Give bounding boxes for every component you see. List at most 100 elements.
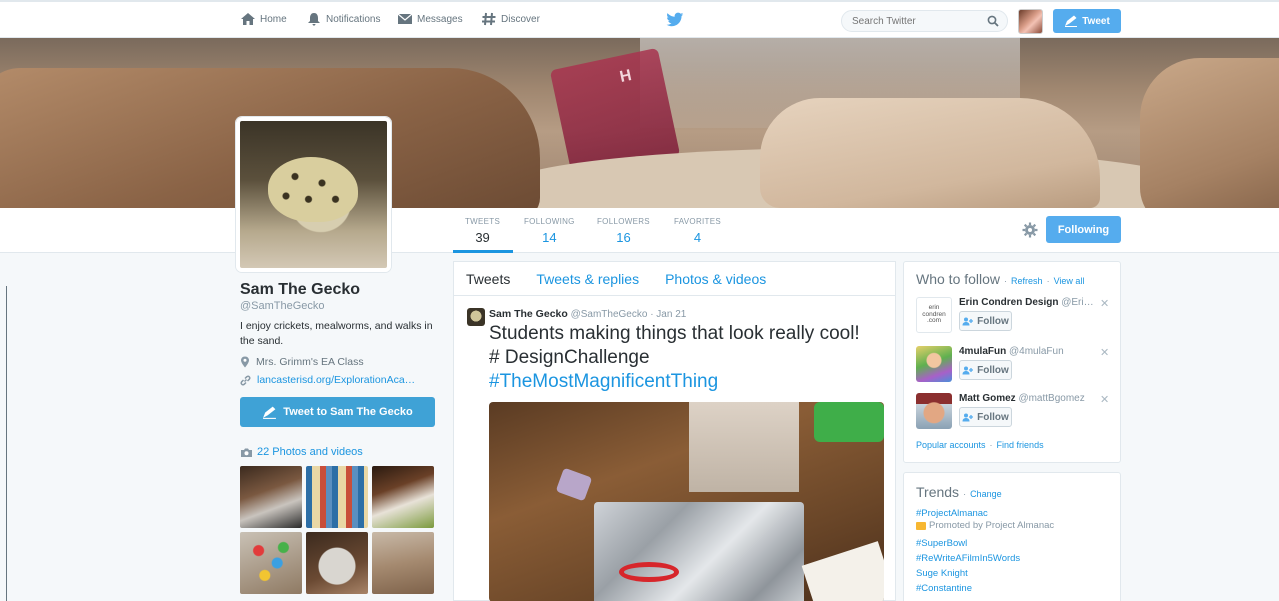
suggestion-name[interactable]: 4mulaFun @4mulaFun xyxy=(959,346,1064,357)
nav-messages-label: Messages xyxy=(417,13,463,25)
tab-photos-videos[interactable]: Photos & videos xyxy=(665,271,766,287)
compose-tweet-button[interactable]: Tweet xyxy=(1053,9,1121,33)
tweet-author-handle[interactable]: @SamTheGecko xyxy=(571,309,648,320)
trend-item[interactable]: #Constantine xyxy=(916,583,972,594)
profile-avatar[interactable] xyxy=(236,117,391,272)
tweet-to-button[interactable]: Tweet to Sam The Gecko xyxy=(240,397,435,427)
suggestion-name[interactable]: Erin Condren Design @Eri… xyxy=(959,297,1094,308)
popular-accounts-link[interactable]: Popular accounts xyxy=(916,440,986,450)
timeline-tabs: Tweets Tweets & replies Photos & videos xyxy=(454,262,895,296)
tweet-to-label: Tweet to Sam The Gecko xyxy=(283,406,413,418)
gecko-head xyxy=(268,157,358,222)
envelope-icon xyxy=(397,13,413,24)
follow-label: Follow xyxy=(977,315,1009,327)
stat-value: 39 xyxy=(475,230,490,245)
suggestion-avatar-text: erin condren .com xyxy=(922,304,946,325)
profile-handle: @SamTheGecko xyxy=(240,300,325,312)
stat-label: TWEETS xyxy=(465,217,501,226)
left-edge-divider xyxy=(6,286,7,601)
trend-item[interactable]: #ReWriteAFilmIn5Words xyxy=(916,553,1020,564)
nav-discover[interactable]: Discover xyxy=(481,12,540,26)
home-icon xyxy=(241,13,255,25)
dismiss-icon[interactable]: ✕ xyxy=(1100,393,1109,406)
search-input[interactable] xyxy=(841,10,1008,32)
photos-videos-link[interactable]: 22 Photos and videos xyxy=(240,446,363,458)
trends-title: Trends xyxy=(916,484,960,500)
photo-thumbnail[interactable] xyxy=(240,532,302,594)
suggestion-name[interactable]: Matt Gomez @mattBgomez xyxy=(959,393,1085,404)
suggestion-avatar[interactable] xyxy=(916,346,952,382)
search-icon[interactable] xyxy=(987,15,999,27)
separator: · xyxy=(963,489,967,499)
photo-thumbnail[interactable] xyxy=(372,466,434,528)
follow-button[interactable]: Follow xyxy=(959,407,1012,427)
banner-rock-right xyxy=(1140,58,1279,208)
trend-item[interactable]: #ProjectAlmanac xyxy=(916,508,988,519)
tab-tweets[interactable]: Tweets xyxy=(466,271,510,287)
tab-tweets-replies[interactable]: Tweets & replies xyxy=(536,271,639,287)
tweet-avatar[interactable] xyxy=(467,308,485,326)
following-button[interactable]: Following xyxy=(1046,216,1121,243)
tweet-text-line: Students making things that look really … xyxy=(489,323,860,344)
suggestion-item: Matt Gomez @mattBgomez ✕ Follow xyxy=(916,393,1116,433)
photo-scissors xyxy=(619,562,679,582)
stat-following[interactable]: FOLLOWING 14 xyxy=(524,217,575,245)
dismiss-icon[interactable]: ✕ xyxy=(1100,346,1109,359)
find-friends-link[interactable]: Find friends xyxy=(997,440,1044,450)
stat-tweets[interactable]: TWEETS 39 xyxy=(465,217,500,245)
suggestion-display-name: Matt Gomez xyxy=(959,393,1016,404)
profile-location: Mrs. Grimm's EA Class xyxy=(240,356,364,368)
profile-name[interactable]: Sam The Gecko xyxy=(240,281,360,299)
banner-rock-center xyxy=(760,98,1100,208)
photo-thumbnail[interactable] xyxy=(372,532,434,594)
nav-home[interactable]: Home xyxy=(240,12,287,26)
follow-button[interactable]: Follow xyxy=(959,311,1012,331)
promoted-text: Promoted by Project Almanac xyxy=(929,520,1055,531)
photo-thumbnail[interactable] xyxy=(306,532,368,594)
tweet-text-line: # DesignChallenge xyxy=(489,347,650,368)
view-all-link[interactable]: View all xyxy=(1054,276,1085,286)
nav-messages[interactable]: Messages xyxy=(397,12,463,26)
twitter-bird-icon[interactable] xyxy=(666,12,684,28)
tweet-author-name[interactable]: Sam The Gecko xyxy=(489,308,568,320)
stat-favorites[interactable]: FAVORITES 4 xyxy=(674,217,721,245)
profile-website[interactable]: lancasterisd.org/ExplorationAca… xyxy=(240,374,415,386)
refresh-link[interactable]: Refresh xyxy=(1011,276,1043,286)
compose-icon xyxy=(263,406,277,419)
active-stat-underline xyxy=(453,250,513,253)
follow-label: Follow xyxy=(977,364,1009,376)
photo-thumbnail[interactable] xyxy=(240,466,302,528)
suggestion-display-name: 4mulaFun xyxy=(959,346,1007,357)
stat-label: FOLLOWERS xyxy=(597,217,650,226)
who-to-follow-header: Who to follow · Refresh · View all xyxy=(916,271,1084,287)
photo-thumbnail[interactable] xyxy=(306,466,368,528)
who-to-follow-card: Who to follow · Refresh · View all erin … xyxy=(903,261,1121,463)
tweet-photo[interactable] xyxy=(489,402,884,601)
nav-home-label: Home xyxy=(260,13,287,25)
photo-foil xyxy=(594,502,804,601)
tweet-timestamp[interactable]: · Jan 21 xyxy=(650,309,686,320)
follow-label: Follow xyxy=(977,411,1009,423)
photo-box xyxy=(689,402,799,492)
user-avatar[interactable] xyxy=(1018,9,1043,34)
photos-videos-label: 22 Photos and videos xyxy=(257,446,363,458)
nav-notifications[interactable]: Notifications xyxy=(306,12,380,26)
trend-item[interactable]: Suge Knight xyxy=(916,568,968,579)
suggestion-avatar[interactable] xyxy=(916,393,952,429)
promoted-label: Promoted by Project Almanac xyxy=(916,520,1054,531)
add-user-icon xyxy=(962,366,974,374)
stat-followers[interactable]: FOLLOWERS 16 xyxy=(597,217,650,245)
change-trends-link[interactable]: Change xyxy=(970,489,1002,499)
dismiss-icon[interactable]: ✕ xyxy=(1100,297,1109,310)
separator: · xyxy=(1004,276,1008,286)
bell-icon xyxy=(308,13,320,26)
photo-paper-piece xyxy=(555,467,593,502)
stat-value: 4 xyxy=(693,230,702,245)
follow-button[interactable]: Follow xyxy=(959,360,1012,380)
suggestion-avatar[interactable]: erin condren .com xyxy=(916,297,952,333)
add-user-icon xyxy=(962,413,974,421)
trend-item[interactable]: #SuperBowl xyxy=(916,538,967,549)
tweet-hashtag[interactable]: #TheMostMagnificentThing xyxy=(489,370,889,394)
website-link[interactable]: lancasterisd.org/ExplorationAca… xyxy=(257,374,415,386)
gear-icon[interactable] xyxy=(1022,222,1038,238)
